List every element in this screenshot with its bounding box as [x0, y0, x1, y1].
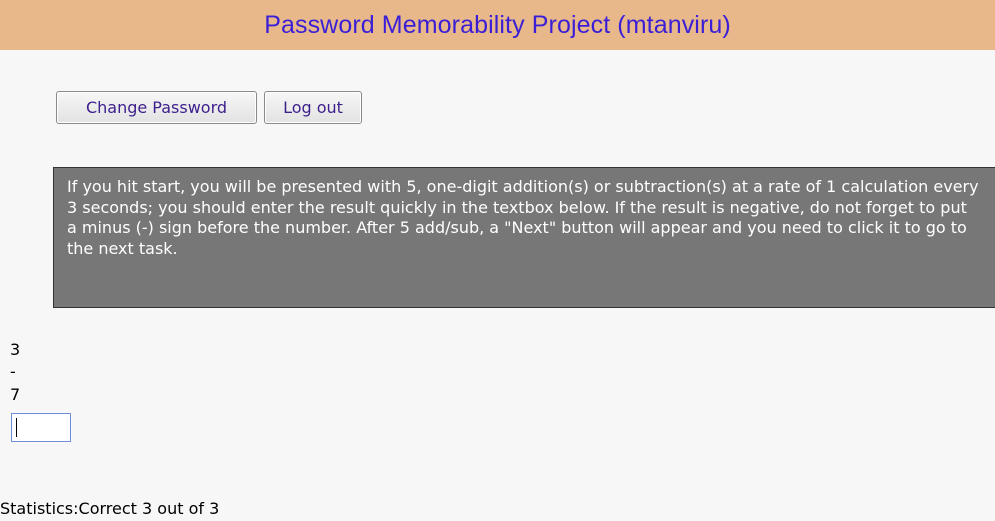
first-operand: 3 [10, 340, 21, 359]
page-header: Password Memorability Project (mtanviru) [0, 0, 995, 50]
instructions-panel: If you hit start, you will be presented … [53, 167, 995, 308]
instructions-text: If you hit start, you will be presented … [67, 177, 979, 258]
statistics-label: Statistics: [0, 499, 79, 518]
statistics-result: Correct 3 out of 3 [78, 499, 220, 518]
change-password-button[interactable]: Change Password [56, 91, 257, 124]
text-cursor [16, 418, 17, 437]
page-title: Password Memorability Project (mtanviru) [264, 10, 731, 39]
logout-button[interactable]: Log out [264, 91, 362, 124]
answer-input[interactable] [11, 413, 71, 442]
operator-symbol: - [10, 362, 16, 381]
statistics-line: Statistics:Correct 3 out of 3 [0, 499, 219, 518]
second-operand: 7 [10, 385, 21, 404]
